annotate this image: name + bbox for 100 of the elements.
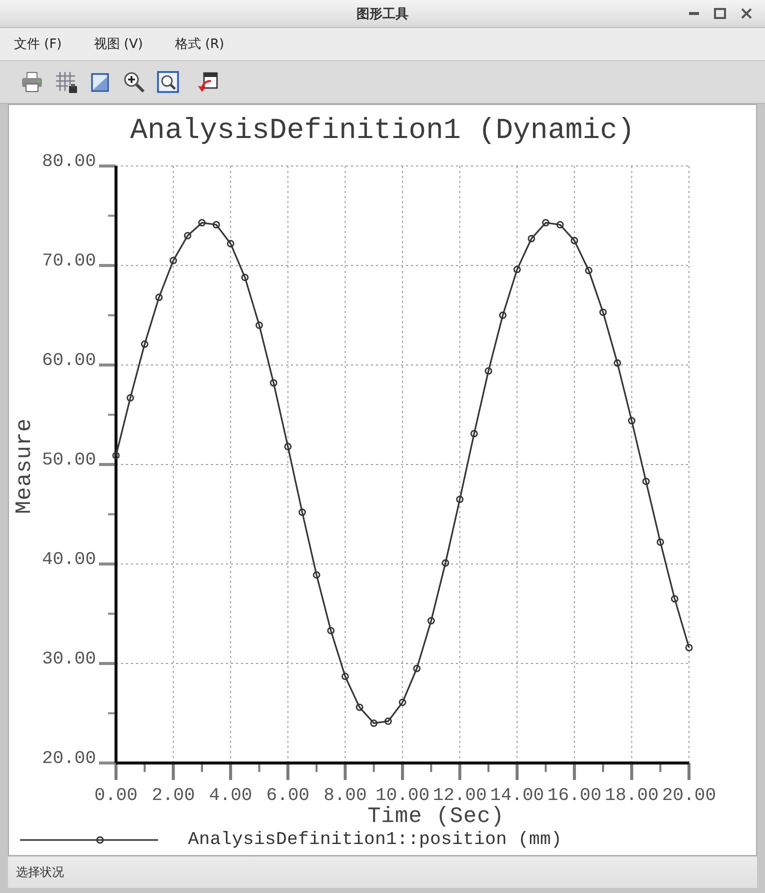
x-tick-mark <box>114 763 118 780</box>
y-tick-mark <box>99 264 116 267</box>
x-tick-mark <box>630 763 634 780</box>
x-tick-mark <box>344 763 347 780</box>
zoom-window-button[interactable] <box>155 68 181 96</box>
y-tick-label: 20.00 <box>42 749 96 769</box>
y-axis-title: Measure <box>12 418 37 514</box>
data-point <box>284 442 292 450</box>
x-tick-mark <box>487 763 490 772</box>
data-point <box>570 236 578 244</box>
data-point <box>427 617 435 624</box>
legend-line-icon <box>20 836 158 844</box>
y-tick-mark <box>99 662 116 665</box>
x-tick-mark <box>144 763 146 772</box>
data-point <box>342 672 349 680</box>
y-tick-mark <box>108 612 116 615</box>
data-point <box>442 559 450 567</box>
data-point <box>140 340 148 348</box>
y-tick-label: 30.00 <box>42 650 96 670</box>
x-tick-label: 20.00 <box>662 786 716 806</box>
x-tick-label: 10.00 <box>376 786 430 806</box>
x-tick-mark <box>544 763 547 772</box>
data-point <box>470 430 478 438</box>
x-tick-mark <box>602 763 604 772</box>
data-point <box>370 720 378 727</box>
data-point <box>599 308 607 316</box>
data-point <box>112 452 120 460</box>
x-tick-label: 0.00 <box>94 786 138 806</box>
x-tick-mark <box>688 763 690 780</box>
x-tick-mark <box>172 763 175 780</box>
menu-item[interactable]: 格式 (R) <box>170 32 228 56</box>
x-tick-mark <box>200 763 203 772</box>
y-tick-mark <box>99 164 116 168</box>
data-point <box>126 394 134 402</box>
data-point <box>556 221 564 228</box>
x-tick-label: 12.00 <box>432 786 487 806</box>
data-point <box>670 595 678 603</box>
data-point <box>642 478 650 486</box>
grid-icon <box>55 71 77 93</box>
data-point <box>685 644 693 652</box>
y-tick-mark <box>99 562 116 566</box>
x-tick-label: 14.00 <box>490 786 544 806</box>
x-tick-mark <box>258 763 260 772</box>
x-axis-title: Time (Sec) <box>367 804 505 829</box>
data-point <box>528 234 536 242</box>
x-tick-label: 8.00 <box>324 786 367 806</box>
y-tick-mark <box>108 712 116 714</box>
data-point <box>628 417 636 424</box>
x-tick-mark <box>372 763 375 772</box>
data-point <box>312 571 320 579</box>
y-tick-label: 80.00 <box>42 152 96 172</box>
data-point <box>356 704 364 711</box>
data-point <box>484 367 492 375</box>
data-point <box>656 538 664 546</box>
y-tick-mark <box>108 414 116 416</box>
y-tick-mark <box>108 513 116 516</box>
y-tick-mark <box>99 364 116 366</box>
menu-item[interactable]: 视图 (V) <box>90 32 147 56</box>
x-tick-label: 4.00 <box>209 786 252 806</box>
x-tick-label: 6.00 <box>266 786 310 806</box>
y-tick-mark <box>108 214 116 217</box>
y-tick-label: 40.00 <box>42 550 96 570</box>
data-point <box>241 274 249 282</box>
close-icon <box>740 8 752 19</box>
x-tick-mark <box>316 763 318 772</box>
y-tick-mark <box>99 762 116 764</box>
data-point <box>170 256 177 264</box>
data-point <box>270 379 278 387</box>
x-tick-label: 2.00 <box>152 786 195 806</box>
x-tick-mark <box>401 763 404 780</box>
legend-label: AnalysisDefinition1::position (mm) <box>188 830 562 850</box>
data-point <box>384 718 392 725</box>
minimize-icon <box>689 12 699 15</box>
data-point <box>585 266 592 274</box>
data-point <box>513 266 521 274</box>
y-tick-label: 50.00 <box>42 450 96 470</box>
y-tick-mark <box>99 463 116 466</box>
x-tick-label: 18.00 <box>604 786 659 806</box>
y-tick-mark <box>108 314 116 316</box>
x-tick-label: 16.00 <box>547 786 602 806</box>
x-tick-mark <box>572 763 576 780</box>
menu-item[interactable]: 文件 (F) <box>10 32 66 56</box>
status-text: 选择状况 <box>16 864 64 881</box>
y-tick-label: 70.00 <box>42 252 96 272</box>
maximize-icon <box>714 8 726 19</box>
chart-title: AnalysisDefinition1 (Dynamic) <box>130 114 635 147</box>
x-tick-mark <box>516 763 519 780</box>
zoom-in-icon <box>123 71 145 93</box>
data-point <box>499 312 506 319</box>
x-tick-mark <box>659 763 662 772</box>
data-point <box>456 496 464 504</box>
data-point <box>298 508 306 516</box>
data-point <box>542 219 550 226</box>
data-point <box>226 240 234 248</box>
data-point <box>327 626 335 634</box>
data-point <box>256 322 263 329</box>
data-point <box>155 294 163 302</box>
data-point <box>614 359 622 367</box>
magnifier-frame-icon <box>157 71 179 93</box>
x-tick-mark <box>229 763 232 780</box>
